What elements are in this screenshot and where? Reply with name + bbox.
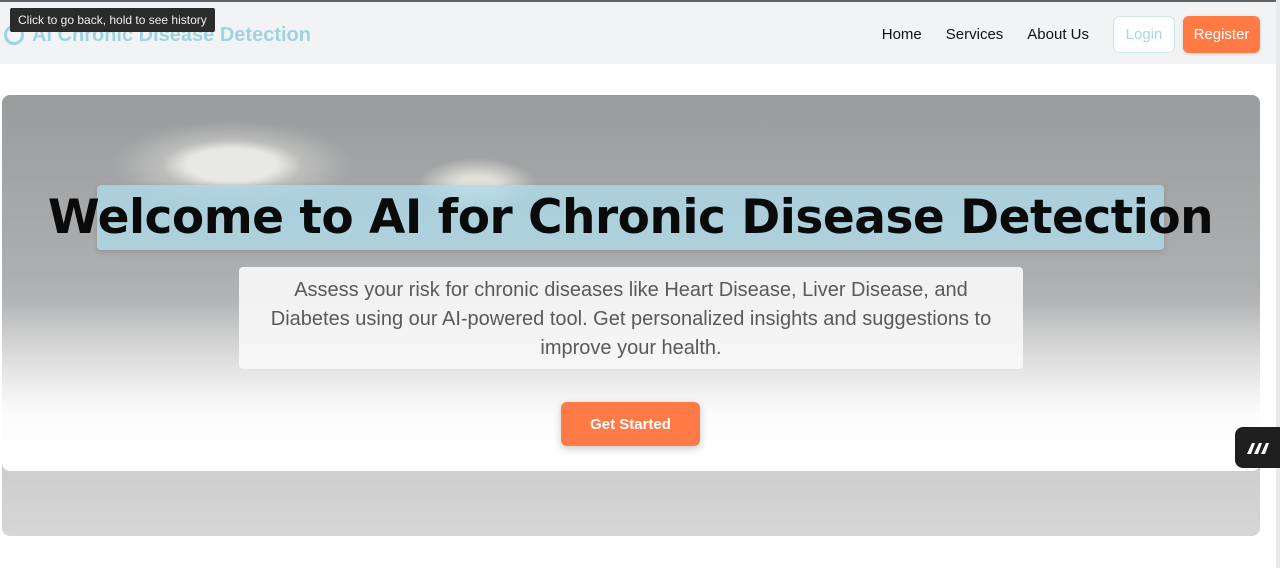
get-started-button[interactable]: Get Started [561,402,700,446]
hero-title-box: Welcome to AI for Chronic Disease Detect… [48,185,1214,250]
nav-links: Home Services About Us Login Register [858,16,1260,53]
nav-services-link[interactable]: Services [946,26,1004,43]
hero-subtitle: Assess your risk for chronic diseases li… [270,279,992,359]
scrollbar[interactable] [1276,0,1280,568]
nav-home-link[interactable]: Home [882,26,922,43]
back-button-tooltip: Click to go back, hold to see history [10,8,215,32]
hero-title: Welcome to AI for Chronic Disease Detect… [47,190,1214,245]
nav-about-link[interactable]: About Us [1027,26,1089,43]
hero-subtitle-box: Assess your risk for chronic diseases li… [239,267,1023,369]
register-button[interactable]: Register [1183,16,1260,53]
login-button[interactable]: Login [1113,16,1175,53]
side-extension-widget[interactable] [1235,427,1280,468]
extension-logo-icon [1246,442,1269,454]
